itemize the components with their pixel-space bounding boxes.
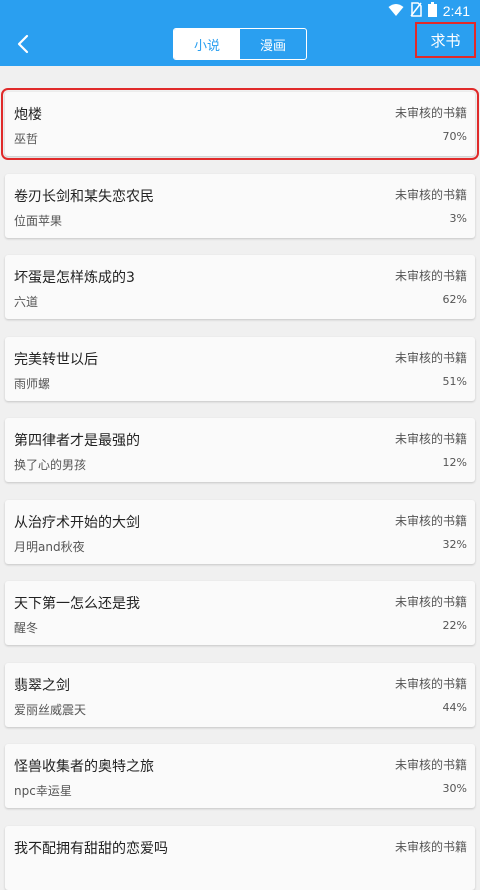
book-card-8[interactable]: 翡翠之剑 爱丽丝威震天 未审核的书籍 44% bbox=[5, 663, 475, 727]
book-title: 从治疗术开始的大剑 bbox=[14, 515, 140, 531]
battery-icon bbox=[427, 1, 437, 21]
review-status: 未审核的书籍 bbox=[394, 188, 467, 202]
book-card-5[interactable]: 第四律者才是最强的 换了心的男孩 未审核的书籍 12% bbox=[5, 418, 475, 482]
book-title: 翡翠之剑 bbox=[14, 678, 70, 694]
book-author: 换了心的男孩 bbox=[14, 458, 87, 472]
progress-percent: 44% bbox=[442, 701, 467, 714]
no-sim-icon bbox=[410, 1, 422, 21]
tab-novel[interactable]: 小说 bbox=[174, 29, 240, 59]
review-status: 未审核的书籍 bbox=[394, 758, 467, 772]
back-arrow-icon bbox=[17, 34, 29, 54]
review-status: 未审核的书籍 bbox=[394, 351, 467, 365]
status-bar: 2:41 bbox=[0, 0, 480, 22]
review-status: 未审核的书籍 bbox=[394, 514, 467, 528]
review-status: 未审核的书籍 bbox=[394, 677, 467, 691]
progress-percent: 51% bbox=[442, 375, 467, 388]
book-author: 爱丽丝威震天 bbox=[14, 703, 87, 717]
book-card-6[interactable]: 从治疗术开始的大剑 月明and秋夜 未审核的书籍 32% bbox=[5, 500, 475, 564]
book-card-7[interactable]: 天下第一怎么还是我 醒冬 未审核的书籍 22% bbox=[5, 581, 475, 645]
book-author: 巫哲 bbox=[14, 132, 39, 146]
progress-percent: 22% bbox=[442, 619, 467, 632]
book-title: 坏蛋是怎样炼成的3 bbox=[14, 270, 135, 286]
book-card-2[interactable]: 卷刃长剑和某失恋农民 位面苹果 未审核的书籍 3% bbox=[5, 174, 475, 238]
tab-comic[interactable]: 漫画 bbox=[240, 29, 306, 59]
book-title: 炮楼 bbox=[14, 107, 42, 123]
book-author: 雨师螺 bbox=[14, 377, 51, 391]
review-status: 未审核的书籍 bbox=[394, 840, 467, 854]
review-status: 未审核的书籍 bbox=[394, 269, 467, 283]
status-icons: 2:41 bbox=[388, 1, 470, 21]
book-title: 天下第一怎么还是我 bbox=[14, 596, 140, 612]
book-author: 醒冬 bbox=[14, 621, 39, 635]
progress-percent: 12% bbox=[442, 456, 467, 469]
category-tabs: 小说 漫画 bbox=[173, 28, 307, 60]
progress-percent: 3% bbox=[449, 212, 467, 225]
app-bar: 小说 漫画 求书 bbox=[0, 22, 480, 66]
review-status: 未审核的书籍 bbox=[394, 106, 467, 120]
wifi-icon bbox=[388, 2, 404, 21]
book-title: 我不配拥有甜甜的恋爱吗 bbox=[14, 841, 168, 857]
back-button[interactable] bbox=[8, 28, 40, 60]
review-status: 未审核的书籍 bbox=[394, 432, 467, 446]
book-author: 位面苹果 bbox=[14, 214, 63, 228]
book-author: 月明and秋夜 bbox=[14, 540, 85, 554]
book-card-4[interactable]: 完美转世以后 雨师螺 未审核的书籍 51% bbox=[5, 337, 475, 401]
progress-percent: 30% bbox=[442, 782, 467, 795]
progress-percent: 62% bbox=[442, 293, 467, 306]
progress-percent: 70% bbox=[442, 130, 467, 143]
progress-percent: 32% bbox=[442, 538, 467, 551]
book-title: 完美转世以后 bbox=[14, 352, 98, 368]
book-title: 第四律者才是最强的 bbox=[14, 433, 140, 449]
book-title: 卷刃长剑和某失恋农民 bbox=[14, 189, 154, 205]
book-title: 怪兽收集者的奥特之旅 bbox=[14, 759, 154, 775]
book-card-9[interactable]: 怪兽收集者的奥特之旅 npc幸运星 未审核的书籍 30% bbox=[5, 744, 475, 808]
book-card-10[interactable]: 我不配拥有甜甜的恋爱吗 未审核的书籍 bbox=[5, 826, 475, 890]
request-book-button[interactable]: 求书 bbox=[415, 22, 476, 58]
book-author: npc幸运星 bbox=[14, 784, 72, 798]
book-author: 六道 bbox=[14, 295, 39, 309]
book-card-1[interactable]: 炮楼 巫哲 未审核的书籍 70% bbox=[1, 88, 479, 160]
book-card-3[interactable]: 坏蛋是怎样炼成的3 六道 未审核的书籍 62% bbox=[5, 255, 475, 319]
status-time: 2:41 bbox=[442, 3, 470, 19]
review-status: 未审核的书籍 bbox=[394, 595, 467, 609]
